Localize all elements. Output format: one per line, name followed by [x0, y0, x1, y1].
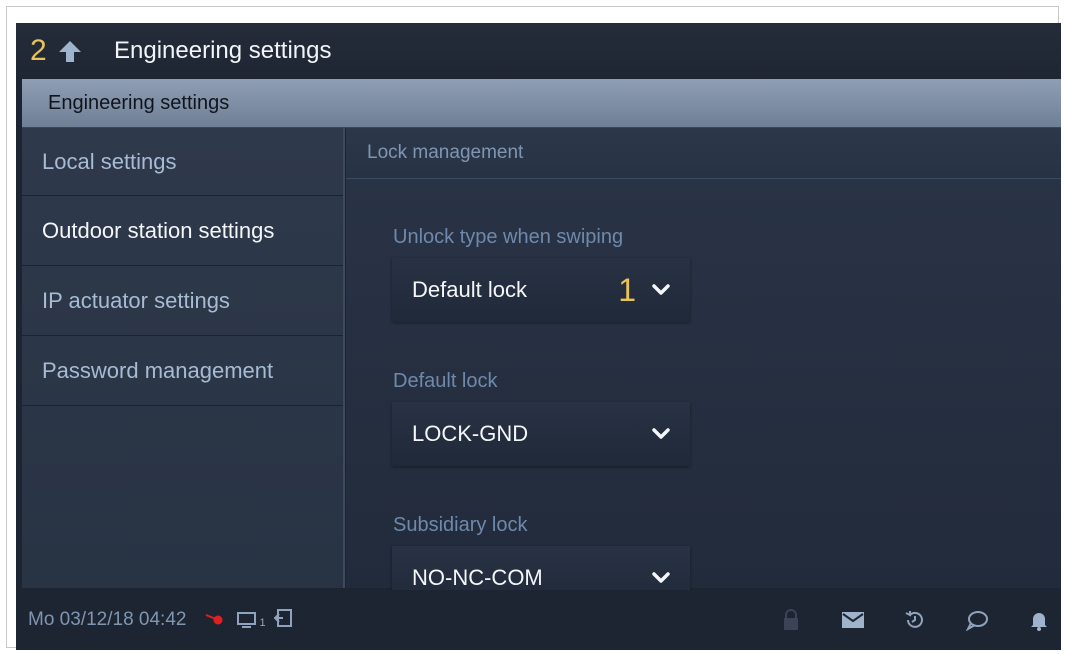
chevron-down-icon — [650, 423, 672, 445]
exit-door-icon — [273, 608, 294, 633]
monitor-icon: 1 — [236, 611, 266, 629]
sidebar-item-outdoor-station-settings[interactable]: Outdoor station settings — [22, 196, 343, 266]
chevron-down-icon — [650, 567, 672, 589]
notification-icons — [741, 590, 1061, 650]
unlock-type-label: Unlock type when swiping — [393, 226, 624, 248]
subsidiary-lock-value: NO-NC-COM — [412, 565, 543, 590]
step-number-marker: 2 — [30, 34, 47, 67]
back-up-arrow-icon[interactable] — [56, 37, 84, 65]
default-lock-label: Default lock — [393, 370, 498, 392]
status-icons: 1 — [204, 608, 293, 633]
sidebar-item-label: IP actuator settings — [42, 287, 230, 313]
status-bar: Mo 03/12/18 04:42 1 — [16, 590, 1061, 650]
sidebar-item-label: Outdoor station settings — [42, 217, 275, 243]
default-lock-dropdown[interactable]: LOCK-GND — [392, 402, 690, 466]
unlock-type-dropdown[interactable]: Default lock 1 — [392, 258, 690, 322]
sidebar-item-local-settings[interactable]: Local settings — [22, 128, 343, 196]
top-bar: 2 Engineering settings — [16, 23, 1061, 79]
lock-management-panel: Lock management Unlock type when swiping… — [346, 128, 1061, 610]
panel-title: Lock management — [346, 128, 1061, 179]
lock-icon[interactable] — [779, 608, 803, 632]
sidebar-item-label: Password management — [42, 357, 274, 383]
date-time: Mo 03/12/18 04:42 — [28, 609, 187, 630]
sidebar-item-label: Local settings — [42, 148, 177, 174]
sidebar: Local settings Outdoor station settings … — [22, 128, 345, 588]
subsidiary-lock-label: Subsidiary lock — [393, 514, 528, 536]
default-lock-value: LOCK-GND — [412, 421, 529, 446]
page-title: Engineering settings — [114, 37, 332, 64]
chevron-down-icon — [650, 279, 672, 301]
sidebar-item-ip-actuator-settings[interactable]: IP actuator settings — [22, 266, 343, 336]
chat-icon[interactable] — [965, 608, 989, 632]
bell-slash-icon — [204, 609, 228, 632]
monitor-subscript: 1 — [259, 617, 266, 629]
unlock-type-value: Default lock — [412, 277, 527, 302]
history-icon[interactable] — [903, 608, 927, 632]
sidebar-item-password-management[interactable]: Password management — [22, 336, 343, 406]
section-header-title: Engineering settings — [48, 91, 230, 114]
section-header: Engineering settings — [22, 79, 1061, 128]
mail-icon[interactable] — [841, 608, 865, 632]
device-screen: 2 Engineering settings Engineering setti… — [16, 23, 1061, 650]
bell-icon[interactable] — [1027, 608, 1051, 632]
callout-marker: 1 — [618, 272, 636, 308]
